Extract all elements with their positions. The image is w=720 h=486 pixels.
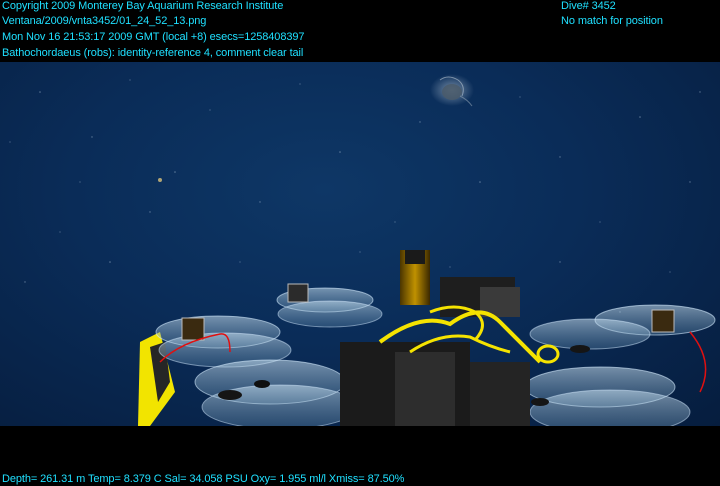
dive-number-text: Dive# 3452 xyxy=(561,0,616,12)
datetime-text: Mon Nov 16 21:53:17 2009 GMT (local +8) … xyxy=(2,31,305,43)
filename-text: Ventana/2009/vnta3452/01_24_52_13.png xyxy=(2,15,207,27)
rov-scene-drawing xyxy=(9,74,716,426)
position-status-text: No match for position xyxy=(561,15,663,27)
rov-sampler-rig xyxy=(138,250,716,426)
marine-snow-particles xyxy=(9,79,701,313)
underwater-video-frame xyxy=(0,62,720,426)
telemetry-text: Depth= 261.31 m Temp= 8.379 C Sal= 34.05… xyxy=(2,473,405,485)
particle-bright xyxy=(158,178,162,182)
copyright-text: Copyright 2009 Monterey Bay Aquarium Res… xyxy=(2,0,284,12)
larvacean-organism xyxy=(430,74,474,107)
annotation-text: Bathochordaeus (robs): identity-referenc… xyxy=(2,47,304,59)
